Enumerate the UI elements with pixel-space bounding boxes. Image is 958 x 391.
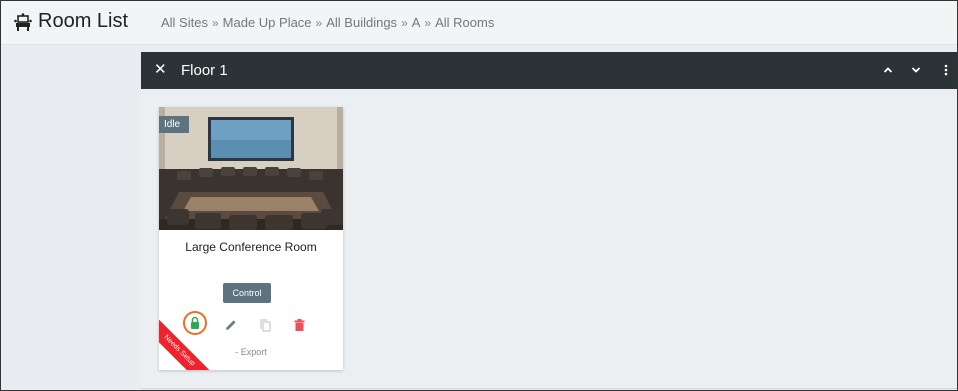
chevron-up-icon[interactable]: [881, 62, 895, 78]
delete-icon: [294, 319, 304, 331]
edit-icon: [226, 320, 236, 330]
breadcrumb-separator: »: [211, 16, 219, 30]
control-button[interactable]: Control: [223, 283, 271, 303]
setup-lock-icon: [191, 316, 199, 329]
breadcrumb-separator: »: [401, 16, 408, 30]
room-name: Large Conference Room: [185, 240, 317, 254]
breadcrumb-all-buildings[interactable]: All Buildings: [326, 15, 397, 30]
status-badge: Idle: [159, 116, 190, 139]
breadcrumb-all-sites[interactable]: All Sites: [161, 15, 208, 30]
breadcrumb-separator: »: [424, 16, 432, 30]
floor-title: Floor 1: [181, 62, 228, 79]
setup-button[interactable]: [183, 311, 207, 335]
breadcrumb-all-rooms[interactable]: All Rooms: [435, 15, 494, 30]
room-card[interactable]: Idle Large Conference Room Control - Exp…: [159, 107, 343, 370]
floor-header: ✕ Floor 1: [141, 52, 957, 89]
delete-button[interactable]: [289, 315, 309, 335]
edit-button[interactable]: [221, 315, 241, 335]
close-icon[interactable]: ✕: [154, 62, 168, 78]
more-vert-icon[interactable]: [939, 62, 953, 78]
breadcrumb-building-a[interactable]: A: [412, 15, 421, 30]
breadcrumb-made-up-place[interactable]: Made Up Place: [223, 15, 312, 30]
breadcrumb-separator: »: [315, 16, 323, 30]
chevron-down-icon[interactable]: [909, 62, 923, 78]
room-seating-icon: [14, 13, 32, 31]
copy-icon: [260, 318, 271, 332]
copy-button[interactable]: [255, 315, 275, 335]
floor-section: ✕ Floor 1 Idle Large Conference Room Con…: [141, 52, 957, 389]
breadcrumb: All Sites» Made Up Place» All Buildings» A»…: [161, 15, 494, 30]
page-title: Room List: [38, 10, 129, 32]
top-bar: Room List All Sites» Made Up Place» All Bu…: [1, 1, 957, 45]
app-frame: Room List All Sites» Made Up Place» All Bu…: [0, 0, 958, 391]
